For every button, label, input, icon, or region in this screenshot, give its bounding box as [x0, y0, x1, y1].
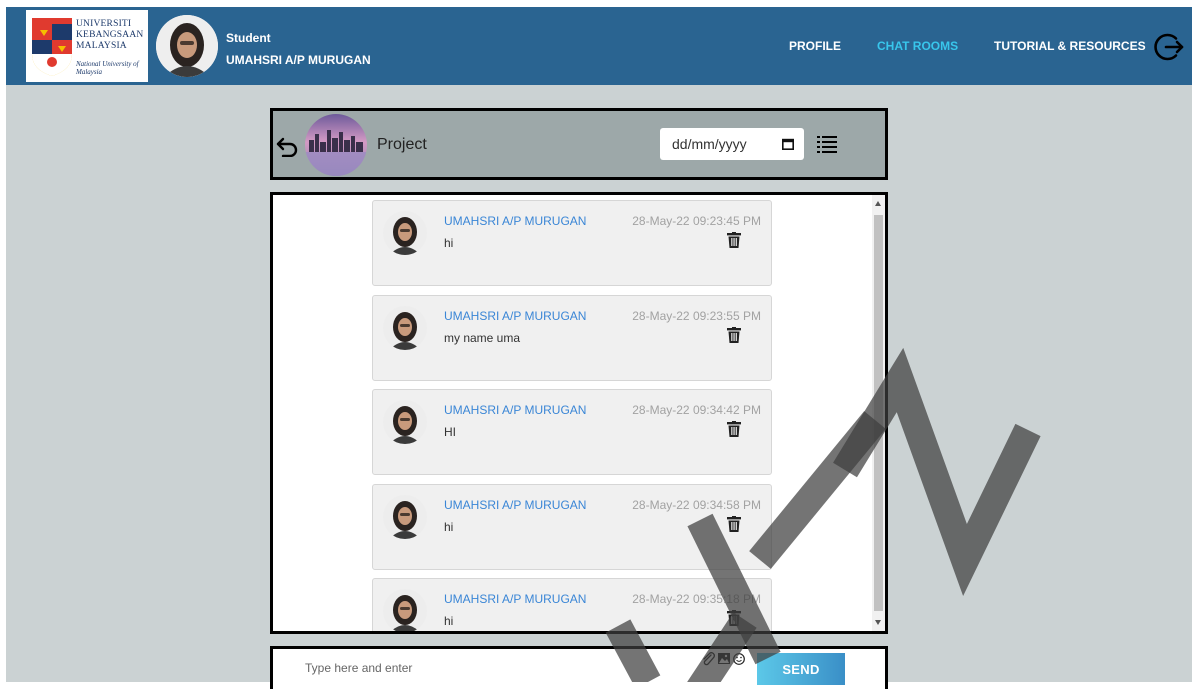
- delete-icon[interactable]: [727, 515, 741, 532]
- delete-icon[interactable]: [727, 326, 741, 343]
- chat-room-header: Project dd/mm/yyyy: [270, 108, 888, 180]
- delete-icon[interactable]: [727, 232, 741, 248]
- university-logo[interactable]: Universiti Kebangsaan Malaysia National …: [26, 10, 148, 82]
- user-role: Student: [226, 31, 271, 45]
- compose-icons: [703, 652, 745, 666]
- message-timestamp: 28-May-22 09:34:58 PM: [632, 497, 761, 512]
- date-placeholder: dd/mm/yyyy: [672, 136, 747, 152]
- message-card: UMAHSRI A/P MURUGAN 28-May-22 09:23:45 P…: [372, 200, 772, 286]
- sender-avatar[interactable]: [383, 589, 427, 631]
- message-card: UMAHSRI A/P MURUGAN 28-May-22 09:34:42 P…: [372, 389, 772, 475]
- message-list[interactable]: UMAHSRI A/P MURUGAN 28-May-22 09:23:45 P…: [270, 192, 888, 634]
- crest-icon: [32, 18, 72, 76]
- send-button[interactable]: SEND: [757, 653, 845, 685]
- message-timestamp: 28-May-22 09:23:55 PM: [632, 308, 761, 323]
- user-name: UMAHSRI A/P MURUGAN: [226, 53, 371, 67]
- calendar-icon[interactable]: [782, 138, 794, 150]
- message-timestamp: 28-May-22 09:34:42 PM: [632, 403, 761, 417]
- sender-avatar[interactable]: [383, 305, 427, 350]
- top-navbar: Universiti Kebangsaan Malaysia National …: [6, 7, 1192, 85]
- room-name: Project: [377, 136, 427, 153]
- room-avatar: [305, 114, 367, 176]
- avatar-image: [156, 15, 218, 77]
- back-arrow-icon[interactable]: [275, 133, 299, 157]
- sender-name: UMAHSRI A/P MURUGAN: [444, 497, 587, 512]
- message-text: hi: [444, 236, 454, 250]
- sender-name: UMAHSRI A/P MURUGAN: [444, 403, 587, 417]
- delete-icon[interactable]: [727, 421, 741, 437]
- message-input[interactable]: [291, 652, 649, 684]
- sender-avatar[interactable]: [383, 494, 427, 539]
- scroll-down-arrow[interactable]: [875, 620, 881, 625]
- message-text: my name uma: [444, 330, 521, 345]
- nav-tutorial-resources[interactable]: TUTORIAL & RESOURCES: [994, 39, 1146, 53]
- avatar-image: [383, 400, 427, 444]
- date-filter-input[interactable]: dd/mm/yyyy: [660, 128, 804, 160]
- sender-name: UMAHSRI A/P MURUGAN: [444, 308, 587, 323]
- nav-chat-rooms[interactable]: CHAT ROOMS: [877, 39, 958, 53]
- message-card: UMAHSRI A/P MURUGAN 28-May-22 09:35:18 P…: [372, 578, 772, 631]
- avatar-image: [383, 494, 427, 539]
- scroll-up-arrow[interactable]: [875, 201, 881, 206]
- sender-name: UMAHSRI A/P MURUGAN: [444, 592, 587, 606]
- image-icon[interactable]: [718, 653, 730, 664]
- message-timestamp: 28-May-22 09:23:45 PM: [632, 214, 761, 228]
- message-timestamp: 28-May-22 09:35:18 PM: [632, 592, 761, 606]
- message-text: hi: [444, 614, 454, 628]
- emoji-icon[interactable]: [733, 653, 745, 665]
- message-card: UMAHSRI A/P MURUGAN 28-May-22 09:23:55 P…: [372, 294, 772, 381]
- avatar-image: [383, 589, 427, 631]
- message-text: hi: [444, 519, 454, 534]
- attach-icon[interactable]: [703, 652, 715, 666]
- logo-subtitle: National University of Malaysia: [76, 60, 139, 76]
- message-card: UMAHSRI A/P MURUGAN 28-May-22 09:34:58 P…: [372, 483, 772, 570]
- scrollbar[interactable]: [872, 195, 885, 631]
- logo-text: Universiti Kebangsaan Malaysia: [76, 19, 144, 51]
- delete-icon[interactable]: [727, 610, 741, 626]
- compose-bar: SEND: [270, 646, 888, 689]
- nav-profile[interactable]: PROFILE: [789, 39, 841, 53]
- avatar-image: [383, 305, 427, 350]
- scroll-thumb[interactable]: [874, 215, 883, 611]
- message-text: HI: [444, 425, 456, 439]
- sender-name: UMAHSRI A/P MURUGAN: [444, 214, 587, 228]
- user-avatar[interactable]: [156, 15, 218, 77]
- list-icon[interactable]: [816, 134, 838, 156]
- city-skyline-image: [305, 114, 367, 176]
- logout-icon[interactable]: [1154, 31, 1186, 63]
- avatar-image: [383, 211, 427, 255]
- sender-avatar[interactable]: [383, 211, 427, 255]
- sender-avatar[interactable]: [383, 400, 427, 444]
